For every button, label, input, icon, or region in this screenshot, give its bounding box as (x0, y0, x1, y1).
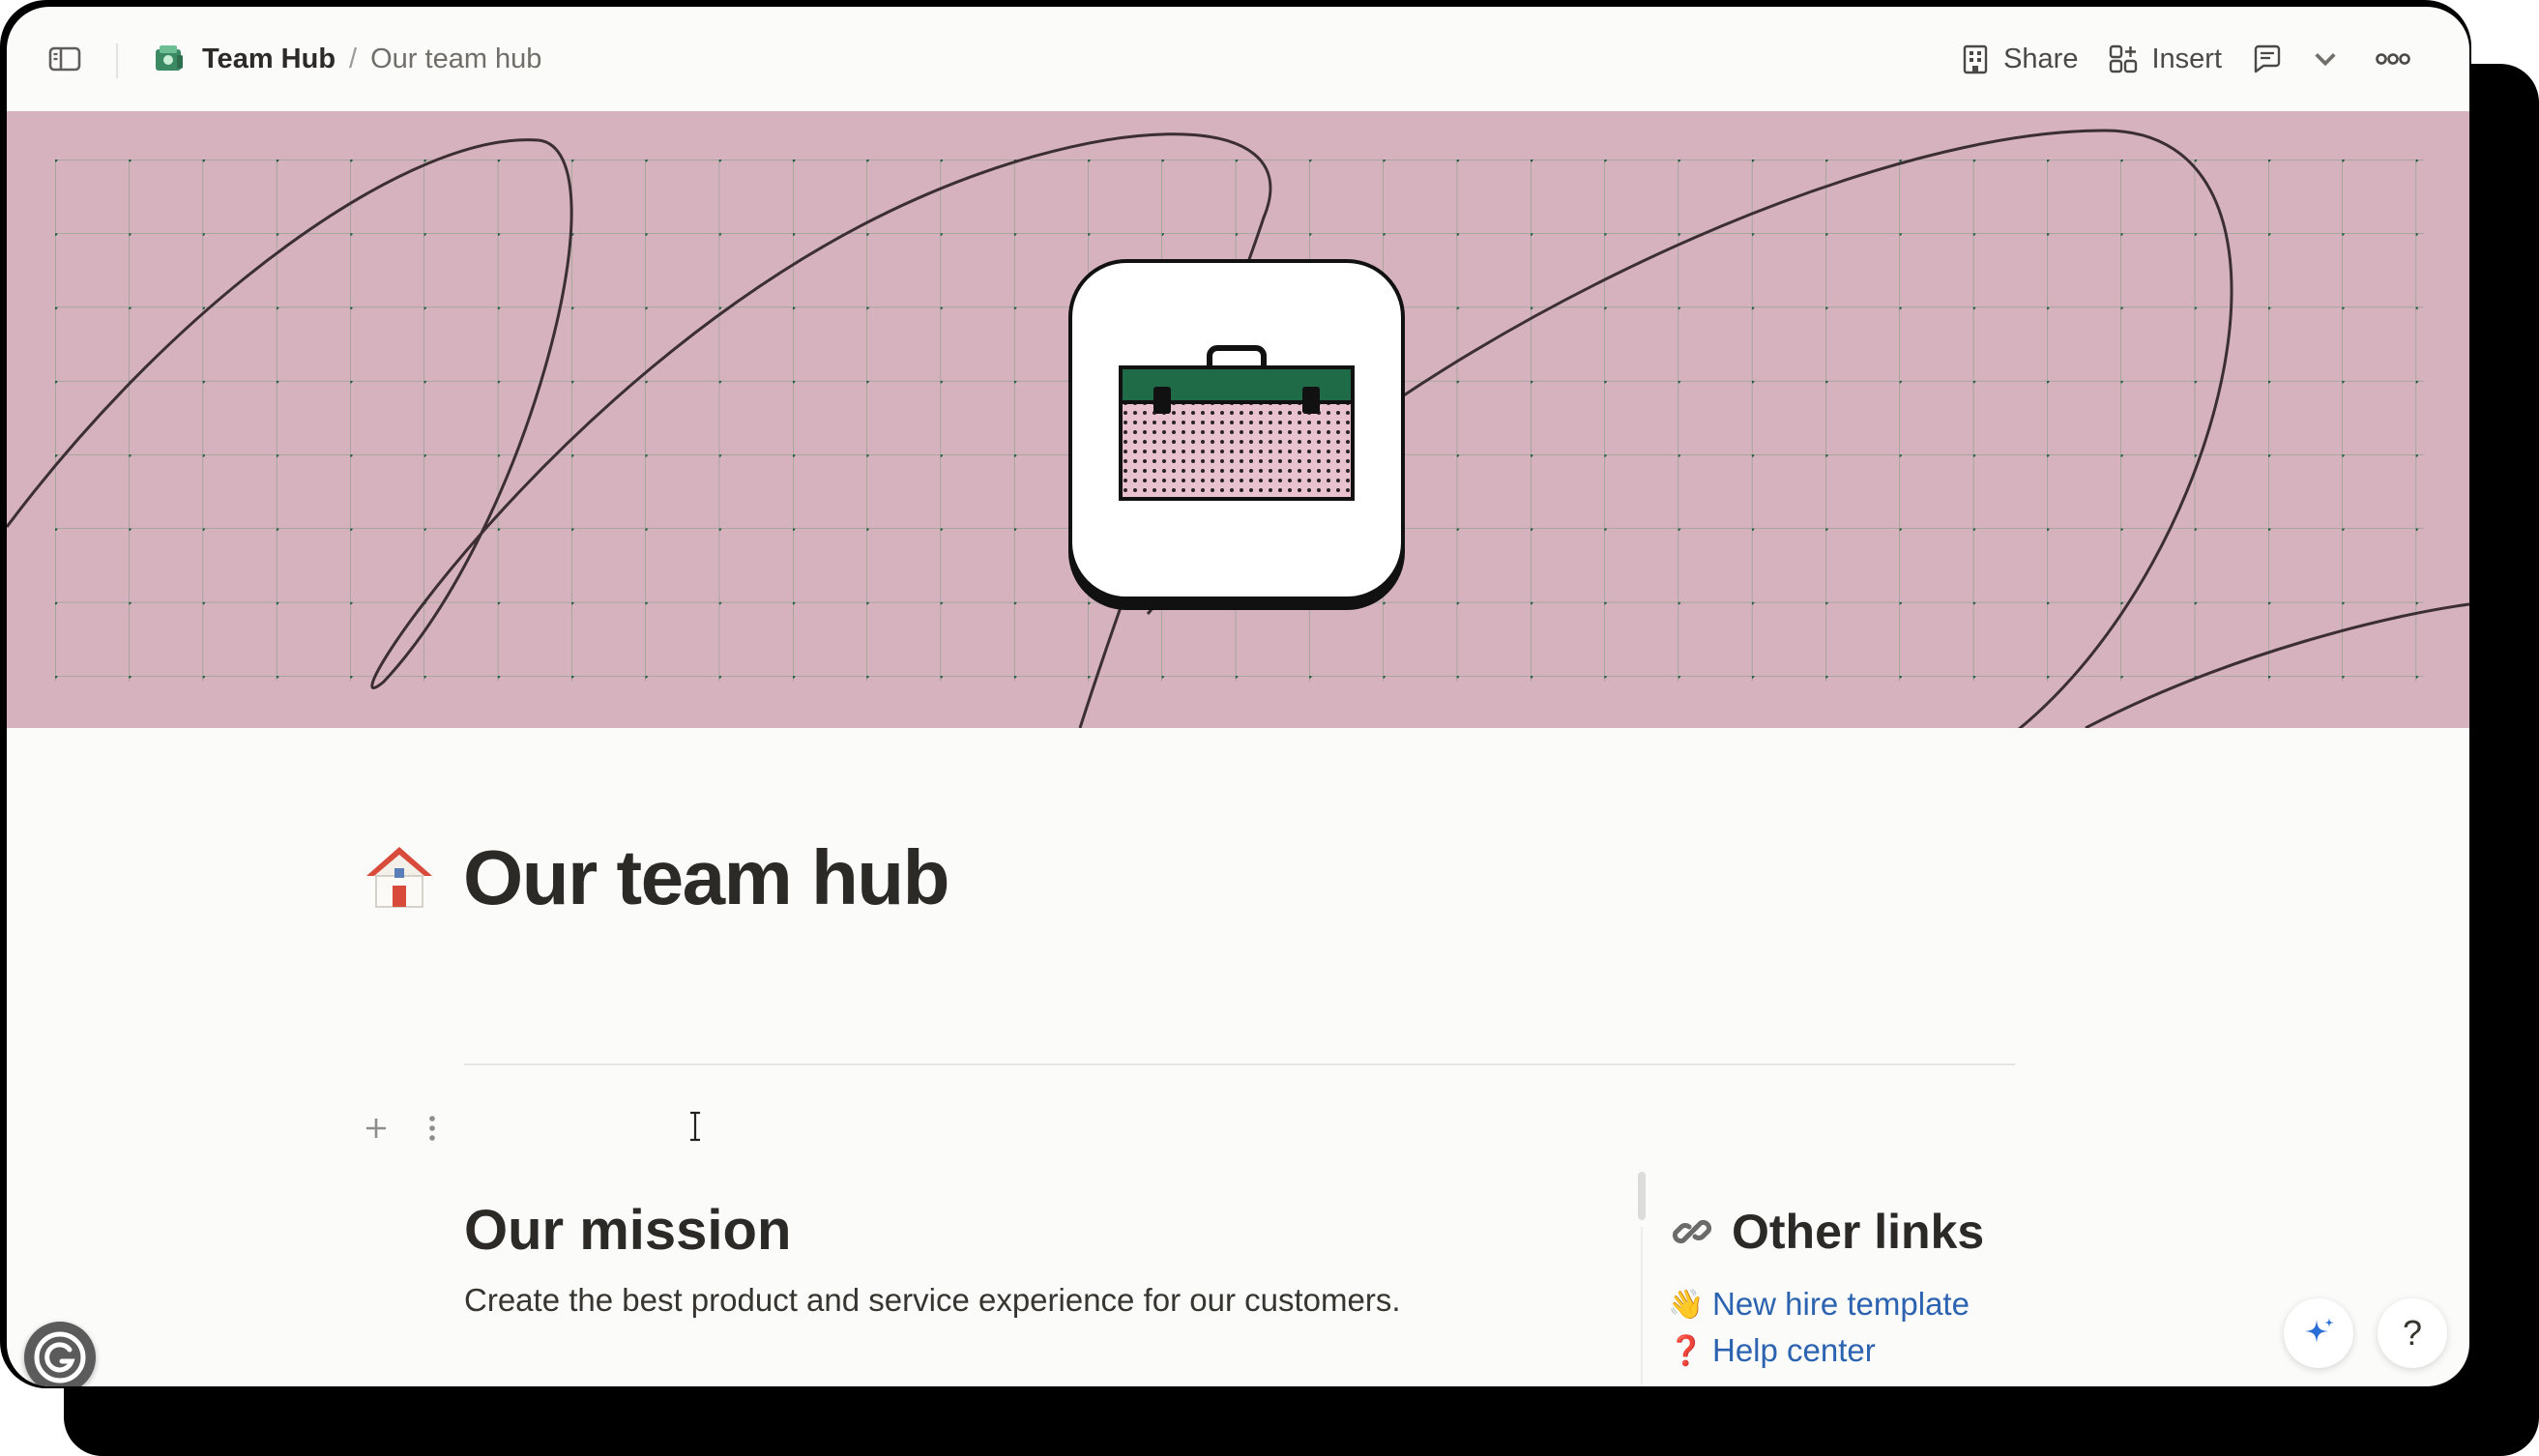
insert-button[interactable]: Insert (2107, 43, 2222, 75)
share-button[interactable]: Share (1959, 43, 2078, 75)
link-list: 👋 New hire template ❓ Help center (1668, 1281, 2211, 1374)
grammarly-icon (34, 1331, 86, 1383)
grammarly-button[interactable] (24, 1322, 96, 1386)
link-icon (1672, 1219, 1712, 1244)
breadcrumb-workspace[interactable]: Team Hub (202, 44, 336, 75)
ai-assistant-button[interactable] (2284, 1298, 2353, 1368)
other-links-column: Other links 👋 New hire template ❓ Help c… (1668, 1204, 2211, 1374)
page-title[interactable]: Our team hub (463, 833, 950, 922)
link-help-center[interactable]: ❓ Help center (1668, 1327, 2211, 1374)
comment-icon (2254, 44, 2281, 73)
drag-handle-icon[interactable] (417, 1111, 448, 1146)
divider (464, 1063, 2015, 1065)
chevron-down-icon[interactable] (2309, 43, 2342, 75)
cover-page-icon[interactable] (1068, 259, 1405, 600)
toolbox-icon (1119, 345, 1355, 501)
help-button[interactable]: ? (2378, 1298, 2447, 1368)
insert-blocks-icon (2110, 44, 2138, 73)
app-window: Team Hub / Our team hub Share Insert Our… (0, 0, 2471, 1388)
question-mark-icon: ❓ (1668, 1334, 1705, 1367)
mission-column: Our mission Create the best product and … (464, 1198, 1624, 1319)
breadcrumb: Team Hub / Our team hub (150, 36, 541, 82)
title-row: Our team hub (365, 833, 950, 922)
comments-button[interactable] (2251, 43, 2342, 75)
toolbar-divider (116, 44, 118, 78)
top-actions: Share Insert (1930, 36, 2413, 82)
text-cursor-icon (690, 1111, 700, 1142)
link-label: Help center (1712, 1332, 1876, 1368)
insert-label: Insert (2151, 43, 2222, 74)
link-label: New hire template (1712, 1286, 1970, 1322)
column-divider (1641, 1227, 1643, 1386)
building-icon (1963, 44, 1988, 74)
block-controls (361, 1111, 448, 1146)
waving-hand-icon: 👋 (1668, 1288, 1705, 1321)
other-links-label: Other links (1732, 1205, 1985, 1259)
other-links-heading[interactable]: Other links (1670, 1204, 2211, 1260)
link-new-hire-template[interactable]: 👋 New hire template (1668, 1281, 2211, 1327)
column-resize-handle[interactable] (1638, 1172, 1646, 1220)
sparkle-icon (2305, 1318, 2334, 1343)
page-cover[interactable] (7, 111, 2469, 728)
more-options-icon[interactable] (2373, 39, 2413, 79)
share-label: Share (2003, 43, 2079, 74)
breadcrumb-separator: / (349, 43, 358, 74)
workspace-logo-icon[interactable] (150, 40, 189, 78)
top-bar: Team Hub / Our team hub Share Insert (7, 7, 2469, 111)
mission-text[interactable]: Create the best product and service expe… (464, 1282, 1624, 1319)
page: Team Hub / Our team hub Share Insert Our… (7, 7, 2469, 1386)
breadcrumb-page[interactable]: Our team hub (370, 44, 541, 75)
sidebar-toggle-icon[interactable] (47, 42, 82, 76)
mission-heading[interactable]: Our mission (464, 1198, 1624, 1263)
house-icon[interactable] (365, 843, 434, 913)
add-block-icon[interactable] (361, 1111, 392, 1146)
